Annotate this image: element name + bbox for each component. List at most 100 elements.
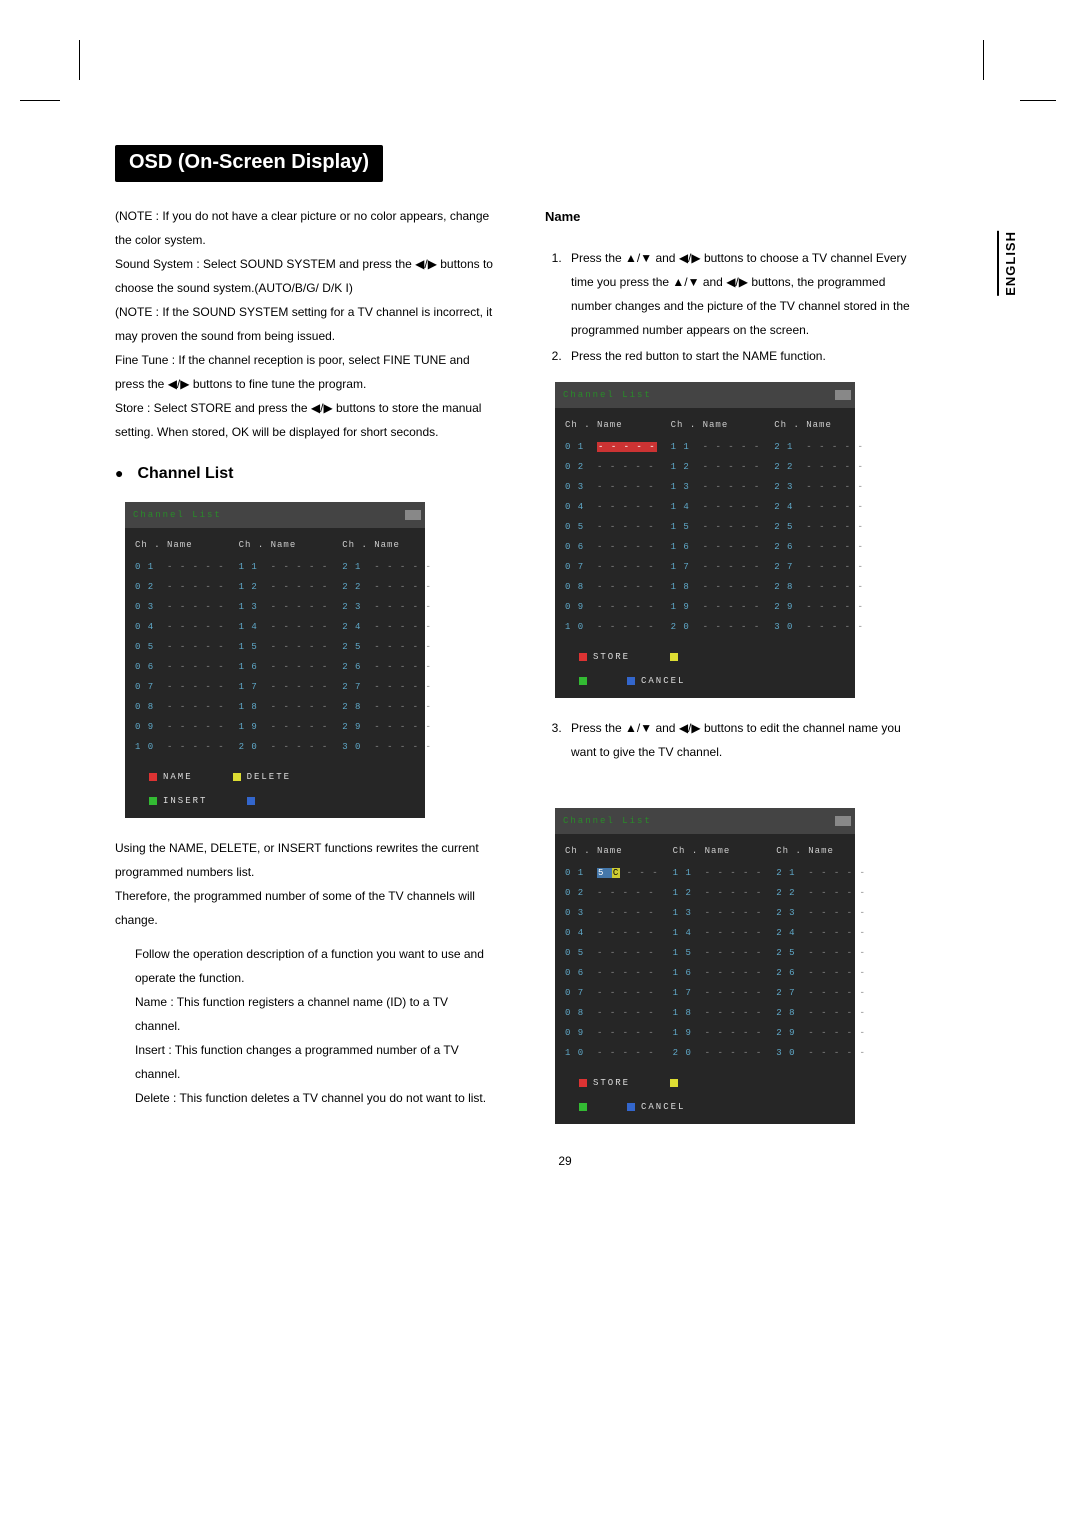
lr-arrows-icon: ◀/▶: [415, 257, 437, 271]
t: programmed number appears on the screen.: [571, 318, 925, 342]
yellow-square-icon: [233, 773, 241, 781]
osd-col-header: Ch . Name: [135, 536, 225, 554]
osd-title: Channel List: [559, 810, 656, 832]
green-square-icon: [579, 677, 587, 685]
osd-channel-row: 1 7 - - - - -: [673, 984, 763, 1002]
step-1: Press the ▲/▼ and ◀/▶ buttons to choose …: [565, 246, 925, 342]
osd-tab-icon: [835, 816, 851, 826]
osd-channel-row: 2 9 - - - - -: [774, 598, 864, 616]
osd-channel-row: 2 0 - - - - -: [673, 1044, 763, 1062]
osd-title: Channel List: [129, 504, 226, 526]
osd-channel-row: 0 9 - - - - -: [565, 598, 657, 616]
steps-list-cont: Press the ▲/▼ and ◀/▶ buttons to edit th…: [545, 716, 925, 764]
osd-channel-row: 0 1 - - - - -: [565, 438, 657, 456]
blue-square-icon: [247, 797, 255, 805]
osd-col-header: Ch . Name: [673, 842, 763, 860]
osd-channel-row: 1 6 - - - - -: [671, 538, 761, 556]
osd-channel-list-3: Channel List Ch . Name0 1 5 C - - -0 2 -…: [555, 808, 855, 1124]
red-square-icon: [579, 653, 587, 661]
t: Sound System : Select SOUND SYSTEM and p…: [115, 257, 415, 271]
osd-channel-row: 3 0 - - - - -: [342, 738, 432, 756]
osd-channel-row: 0 6 - - - - -: [565, 964, 659, 982]
osd-channel-row: 0 8 - - - - -: [135, 698, 225, 716]
osd-channel-row: 2 6 - - - - -: [342, 658, 432, 676]
t: and: [652, 721, 679, 735]
note-1: (NOTE : If you do not have a clear pictu…: [115, 204, 495, 252]
t: CANCEL: [641, 1098, 685, 1116]
osd-channel-row: 1 8 - - - - -: [239, 698, 329, 716]
lr-arrows-icon: ◀/▶: [726, 275, 748, 289]
osd-col-header: Ch . Name: [565, 842, 659, 860]
t: buttons to fine tune the program.: [190, 377, 367, 391]
language-tab: ENGLISH: [997, 231, 1018, 296]
osd-channel-row: 2 2 - - - - -: [342, 578, 432, 596]
para-8: Follow the operation description of a fu…: [115, 942, 495, 990]
step-3: Press the ▲/▼ and ◀/▶ buttons to edit th…: [565, 716, 925, 764]
red-square-icon: [149, 773, 157, 781]
osd-channel-row: 0 3 - - - - -: [565, 904, 659, 922]
osd-channel-row: 1 9 - - - - -: [673, 1024, 763, 1042]
osd-channel-row: 0 7 - - - - -: [565, 558, 657, 576]
osd-channel-row: 2 7 - - - - -: [774, 558, 864, 576]
red-square-icon: [579, 1079, 587, 1087]
t: and: [699, 275, 726, 289]
osd-channel-row: 3 0 - - - - -: [774, 618, 864, 636]
osd-channel-row: 1 0 - - - - -: [565, 1044, 659, 1062]
legend-cancel: CANCEL: [627, 1098, 685, 1116]
osd-channel-row: 1 0 - - - - -: [565, 618, 657, 636]
osd-channel-row: 2 1 - - - - -: [342, 558, 432, 576]
osd-channel-row: 2 5 - - - - -: [774, 518, 864, 536]
osd-channel-row: 0 5 - - - - -: [565, 518, 657, 536]
osd-channel-row: 1 6 - - - - -: [673, 964, 763, 982]
right-column: Name Press the ▲/▼ and ◀/▶ buttons to ch…: [545, 204, 925, 1142]
osd-channel-row: 1 4 - - - - -: [239, 618, 329, 636]
osd-channel-row: 2 5 - - - - -: [342, 638, 432, 656]
osd-channel-row: 0 6 - - - - -: [135, 658, 225, 676]
page-title: OSD (On-Screen Display): [115, 145, 383, 182]
legend-blank: [247, 792, 255, 810]
osd-channel-row: 2 4 - - - - -: [342, 618, 432, 636]
osd-channel-row: 0 8 - - - - -: [565, 578, 657, 596]
osd-channel-row: 1 5 - - - - -: [673, 944, 763, 962]
green-square-icon: [579, 1103, 587, 1111]
legend-blank: [579, 1098, 587, 1116]
osd-channel-row: 0 3 - - - - -: [135, 598, 225, 616]
t: CANCEL: [641, 672, 685, 690]
page-number: 29: [115, 1154, 1015, 1168]
blue-square-icon: [627, 1103, 635, 1111]
osd-channel-row: 2 2 - - - - -: [774, 458, 864, 476]
t: Store : Select STORE and press the: [115, 401, 311, 415]
osd-channel-row: 1 3 - - - - -: [671, 478, 761, 496]
osd-channel-list-1: Channel List Ch . Name0 1 - - - - -0 2 -…: [125, 502, 425, 818]
osd-col-header: Ch . Name: [342, 536, 432, 554]
osd-channel-row: 2 1 - - - - -: [774, 438, 864, 456]
ud-arrows-icon: ▲/▼: [625, 721, 652, 735]
osd-channel-row: 1 4 - - - - -: [671, 498, 761, 516]
osd-col-header: Ch . Name: [776, 842, 866, 860]
note-2: (NOTE : If the SOUND SYSTEM setting for …: [115, 300, 495, 348]
osd-channel-row: 2 4 - - - - -: [774, 498, 864, 516]
ud-arrows-icon: ▲/▼: [625, 251, 652, 265]
osd-channel-row: 1 4 - - - - -: [673, 924, 763, 942]
t: Press the: [571, 251, 625, 265]
osd-channel-row: 1 8 - - - - -: [671, 578, 761, 596]
osd-channel-row: 2 8 - - - - -: [342, 698, 432, 716]
osd-channel-row: 1 1 - - - - -: [671, 438, 761, 456]
osd-channel-row: 2 5 - - - - -: [776, 944, 866, 962]
osd-channel-row: 0 2 - - - - -: [565, 884, 659, 902]
osd-col-header: Ch . Name: [671, 416, 761, 434]
osd-channel-row: 0 4 - - - - -: [565, 924, 659, 942]
osd-col-header: Ch . Name: [239, 536, 329, 554]
osd-channel-row: 0 4 - - - - -: [135, 618, 225, 636]
osd-channel-row: 2 2 - - - - -: [776, 884, 866, 902]
para-11: Delete : This function deletes a TV chan…: [115, 1086, 495, 1110]
osd-channel-row: 0 2 - - - - -: [135, 578, 225, 596]
t: and: [652, 251, 679, 265]
osd-channel-row: 0 7 - - - - -: [565, 984, 659, 1002]
osd-channel-row: 1 1 - - - - -: [673, 864, 763, 882]
osd-channel-row: 2 1 - - - - -: [776, 864, 866, 882]
osd-channel-row: 1 3 - - - - -: [239, 598, 329, 616]
t: NAME: [163, 768, 193, 786]
legend-delete: DELETE: [233, 768, 291, 786]
t: INSERT: [163, 792, 207, 810]
